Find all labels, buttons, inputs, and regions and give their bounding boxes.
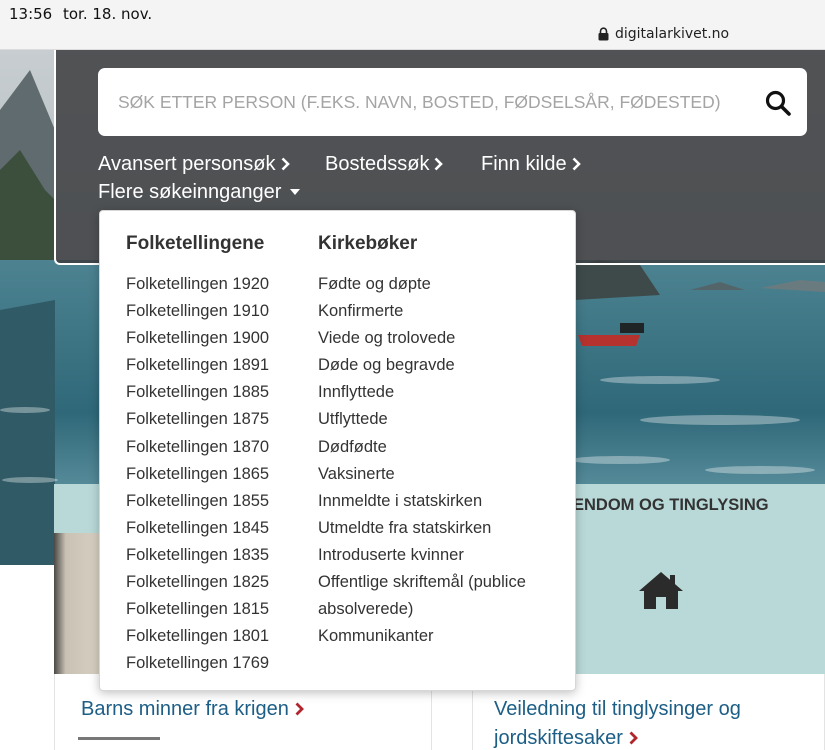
link-text: Barns minner fra krigen [81,698,289,720]
church-book-item[interactable]: Fødte og døpte [318,271,568,298]
census-item[interactable]: Folketellingen 1769 [126,650,306,677]
link-land-registry-guide[interactable]: Veiledning til tinglysinger og jordskift… [494,695,741,750]
address-bar[interactable]: digitalarkivet.no [598,26,729,42]
church-book-item[interactable]: Viede og trolovede [318,325,568,352]
census-item[interactable]: Folketellingen 1900 [126,325,306,352]
church-book-item[interactable]: Konfirmerte [318,298,568,325]
nav-link-label: Finn kilde [481,152,567,175]
church-book-item[interactable]: Innmeldte i statskirken [318,488,568,515]
church-books-heading: Kirkebøker [318,233,418,254]
church-book-item[interactable]: Introduserte kvinner [318,542,568,569]
divider [78,737,160,740]
census-item[interactable]: Folketellingen 1885 [126,379,306,406]
census-item[interactable]: Folketellingen 1825 [126,569,306,596]
chevron-right-icon [629,731,638,745]
card-left-image [54,533,101,674]
nav-link-find-source[interactable]: Finn kilde [481,152,581,176]
home-icon [639,572,683,609]
census-item[interactable]: Folketellingen 1815 [126,596,306,623]
card-right-title-text: ENDOM OG TINGLYSING [575,496,769,514]
link-text-line2: jordskiftesaker [494,727,623,749]
browser-status-bar: 13:56 tor. 18. nov. digitalarkivet.no [0,0,825,50]
census-item[interactable]: Folketellingen 1910 [126,298,306,325]
church-book-item[interactable]: Kommunikanter [318,623,568,650]
status-date: tor. 18. nov. [63,5,153,23]
church-book-item[interactable]: absolverede) [318,596,568,623]
census-item[interactable]: Folketellingen 1855 [126,488,306,515]
card-right-title: ENDOM OG TINGLYSING [575,496,825,515]
census-column: Folketellingene Folketellingen 1920 Folk… [126,233,306,677]
nav-link-more-search-entries[interactable]: Flere søkeinnganger [98,180,301,204]
church-book-item[interactable]: Offentlige skriftemål (publice [318,569,568,596]
census-item[interactable]: Folketellingen 1801 [126,623,306,650]
church-book-item[interactable]: Innflyttede [318,379,568,406]
census-item[interactable]: Folketellingen 1920 [126,271,306,298]
url-text: digitalarkivet.no [615,26,730,42]
census-item[interactable]: Folketellingen 1875 [126,406,306,433]
nav-link-label: Flere søkeinnganger [98,180,282,203]
church-book-item[interactable]: Dødfødte [318,434,568,461]
chevron-right-icon [435,157,444,171]
census-heading: Folketellingene [126,233,265,254]
search-icon[interactable] [765,90,791,116]
church-book-item[interactable]: Utflyttede [318,406,568,433]
chevron-right-icon [572,157,581,171]
census-item[interactable]: Folketellingen 1845 [126,515,306,542]
church-book-item[interactable]: Døde og begravde [318,352,568,379]
church-books-column: Kirkebøker Fødte og døpte Konfirmerte Vi… [318,233,568,650]
lock-icon [598,27,609,41]
census-list: Folketellingen 1920 Folketellingen 1910 … [126,271,306,677]
person-search-input[interactable] [118,68,748,136]
search-entries-dropdown: Folketellingene Folketellingen 1920 Folk… [99,210,576,691]
church-books-list: Fødte og døpte Konfirmerte Viede og trol… [318,271,568,650]
status-time: 13:56 [9,5,53,23]
census-item[interactable]: Folketellingen 1835 [126,542,306,569]
caret-down-icon [290,189,301,195]
nav-link-advanced-person-search[interactable]: Avansert personsøk [98,152,290,176]
church-book-item[interactable]: Utmeldte fra statskirken [318,515,568,542]
chevron-right-icon [295,702,304,716]
link-childrens-war-memories[interactable]: Barns minner fra krigen [81,695,304,724]
nav-link-residence-search[interactable]: Bostedssøk [325,152,444,176]
census-item[interactable]: Folketellingen 1865 [126,461,306,488]
link-text-line1: Veiledning til tinglysinger og [494,698,741,720]
census-item[interactable]: Folketellingen 1891 [126,352,306,379]
church-book-item[interactable]: Vaksinerte [318,461,568,488]
nav-link-label: Bostedssøk [325,152,430,175]
census-item[interactable]: Folketellingen 1870 [126,434,306,461]
chevron-right-icon [281,157,290,171]
nav-link-label: Avansert personsøk [98,152,276,175]
search-box [98,68,807,136]
